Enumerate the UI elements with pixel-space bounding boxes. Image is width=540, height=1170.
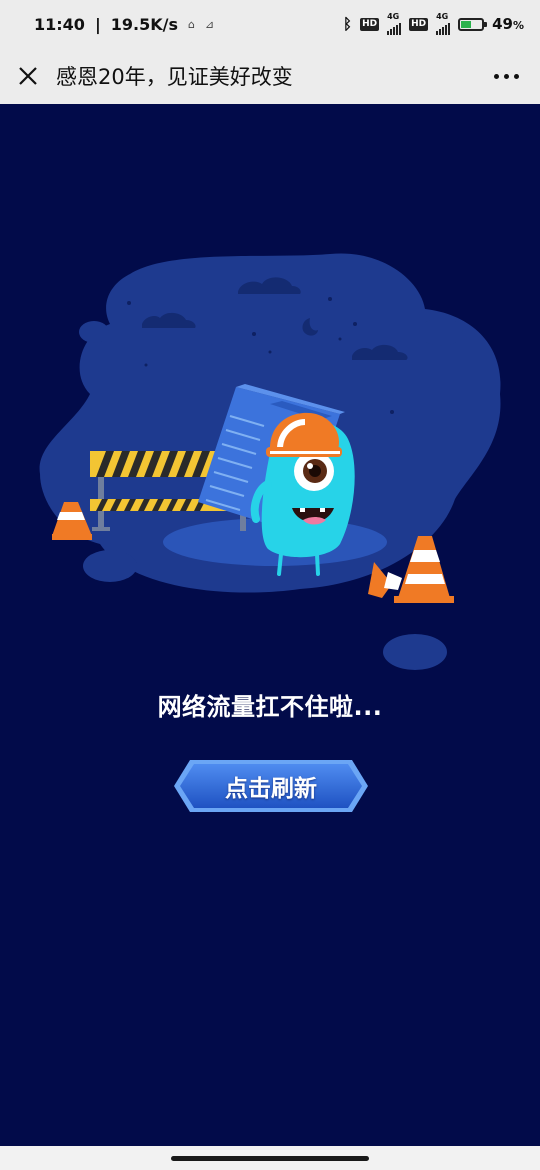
close-icon bbox=[19, 67, 37, 85]
more-button[interactable] bbox=[486, 62, 526, 90]
battery-percent: 49% bbox=[492, 15, 524, 33]
bluetooth-icon: ᛒ bbox=[343, 15, 353, 33]
blob-blob-bottom-left bbox=[83, 550, 137, 582]
page-title: 感恩20年，见证美好改变 bbox=[56, 65, 293, 89]
signal-1: 4G bbox=[387, 12, 402, 35]
blob-blob-right bbox=[419, 318, 463, 346]
network-type-1: 4G bbox=[387, 12, 400, 21]
signal-bars-1-icon bbox=[387, 21, 402, 35]
network-error-illustration bbox=[39, 253, 501, 670]
blob-blob-left bbox=[79, 321, 109, 343]
home-indicator-bar bbox=[0, 1146, 540, 1170]
close-button[interactable] bbox=[14, 62, 42, 90]
hd-badge-2: HD bbox=[409, 17, 429, 31]
battery-fill bbox=[461, 20, 472, 28]
status-time: 11:40 bbox=[34, 14, 85, 34]
error-page: 网络流量扛不住啦... 点击刷新 bbox=[0, 104, 540, 1146]
refresh-button[interactable]: 点击刷新 bbox=[172, 758, 370, 814]
refresh-label: 点击刷新 bbox=[225, 776, 317, 802]
more-dot bbox=[503, 73, 509, 79]
status-separator: | bbox=[94, 14, 101, 34]
navigation-bar: 感恩20年，见证美好改变 bbox=[0, 48, 540, 104]
battery-icon bbox=[458, 17, 488, 31]
more-dot bbox=[513, 73, 519, 79]
signal-bars-2-icon bbox=[436, 21, 451, 35]
network-type-2: 4G bbox=[436, 12, 449, 21]
status-bar: 11:40 | 19.5K/s ⌂ ⊿ ᛒ HD 4G HD 4G 49% bbox=[0, 0, 540, 48]
notification-icon: ⌂ bbox=[188, 17, 196, 31]
more-dot bbox=[493, 73, 499, 79]
hd-badge-1: HD bbox=[360, 17, 380, 31]
status-right: ᛒ HD 4G HD 4G 49% bbox=[343, 13, 524, 35]
download-icon: ⊿ bbox=[205, 17, 215, 31]
status-left: 11:40 | 19.5K/s ⌂ ⊿ bbox=[34, 15, 214, 34]
home-indicator[interactable] bbox=[171, 1155, 369, 1161]
error-message: 网络流量扛不住啦... bbox=[157, 693, 383, 721]
signal-2: 4G bbox=[436, 12, 451, 35]
network-speed: 19.5K/s bbox=[110, 14, 179, 34]
blob-blob-bottom-right bbox=[383, 634, 447, 670]
